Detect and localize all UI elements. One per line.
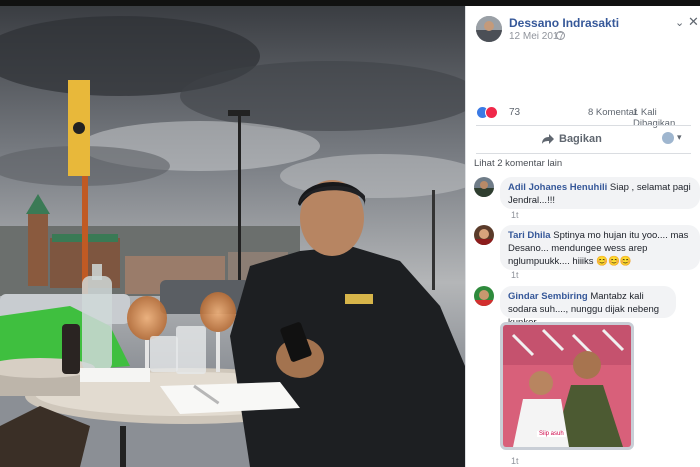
- divider: [476, 125, 691, 126]
- post-photo-image: [0, 6, 465, 467]
- post-photo[interactable]: [0, 6, 465, 467]
- comment-photo[interactable]: Siip asuh: [500, 322, 634, 450]
- globe-icon: [556, 31, 565, 40]
- comment-time[interactable]: 1t: [511, 210, 519, 220]
- divider: [476, 153, 691, 154]
- comment-time[interactable]: 1t: [511, 270, 519, 280]
- share-icon: [542, 134, 554, 144]
- audience-selector-icon[interactable]: [662, 132, 674, 144]
- close-icon[interactable]: ✕: [688, 14, 699, 30]
- chevron-down-icon[interactable]: ⌄: [675, 16, 684, 29]
- share-button[interactable]: Bagikan: [542, 130, 602, 148]
- love-reaction-icon: [485, 106, 498, 119]
- share-label: Bagikan: [559, 133, 602, 145]
- caret-down-icon[interactable]: ▾: [677, 132, 682, 143]
- commenter-name[interactable]: Tari Dhila: [508, 230, 551, 241]
- commenter-avatar[interactable]: [474, 286, 494, 306]
- author-avatar[interactable]: [476, 16, 502, 42]
- comments-count[interactable]: 8 Komentar: [588, 107, 637, 118]
- comment-bubble: Gindar Sembiring Mantabz kali sodara suh…: [500, 286, 676, 328]
- view-more-comments-link[interactable]: Lihat 2 komentar lain: [474, 158, 562, 169]
- commenter-avatar[interactable]: [474, 225, 494, 245]
- comment-time[interactable]: 1t: [511, 456, 519, 466]
- comment-bubble: Tari Dhila Sptinya mo hujan itu yoo.... …: [500, 225, 700, 270]
- post-panel: Dessano Indrasakti 12 Mei 2017 ⌄ ✕ 73 8 …: [465, 6, 700, 467]
- commenter-avatar[interactable]: [474, 177, 494, 197]
- commenter-name[interactable]: Adil Johanes Henuhili: [508, 182, 607, 193]
- photo-caption: Siip asuh: [537, 431, 566, 437]
- reaction-count: 73: [509, 107, 521, 118]
- author-name[interactable]: Dessano Indrasakti: [509, 16, 619, 30]
- comment-bubble: Adil Johanes Henuhili Siap , selamat pag…: [500, 177, 700, 209]
- commenter-name[interactable]: Gindar Sembiring: [508, 291, 588, 302]
